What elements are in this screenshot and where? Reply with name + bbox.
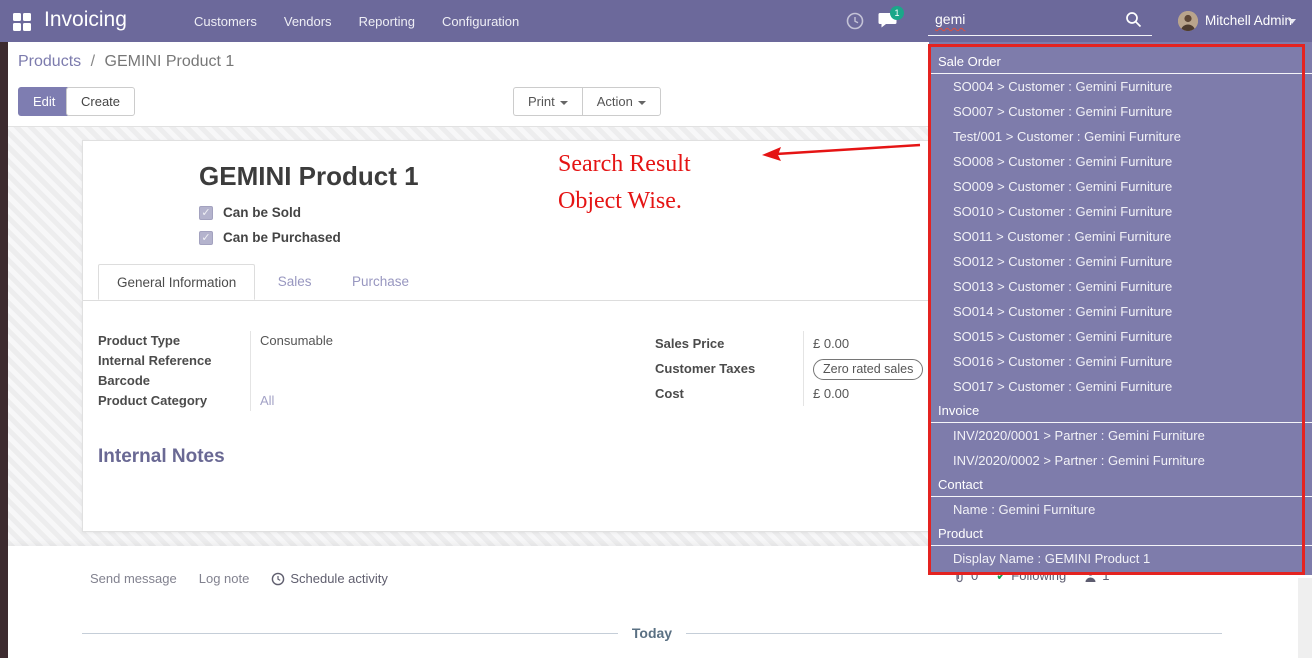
product-category-value[interactable]: All [260,391,430,411]
can-be-purchased-row: ✓ Can be Purchased [199,230,341,245]
cost-label: Cost [655,381,803,406]
search-result-item[interactable]: SO010 > Customer : Gemini Furniture [929,199,1312,224]
search-results-dropdown: Sale Order SO004 > Customer : Gemini Fur… [929,42,1312,575]
annotation-text: Search Result Object Wise. [558,146,691,220]
can-be-purchased-checkbox[interactable]: ✓ [199,231,213,245]
apps-menu-icon[interactable] [13,13,31,31]
search-result-item[interactable]: INV/2020/0002 > Partner : Gemini Furnitu… [929,448,1312,473]
create-button[interactable]: Create [66,87,135,116]
activities-clock-icon[interactable] [845,11,867,33]
action-button[interactable]: Action [582,87,661,116]
tab-sales[interactable]: Sales [260,264,330,298]
internal-reference-value [260,351,430,371]
customer-taxes-tag[interactable]: Zero rated sales [813,359,923,380]
search-result-item[interactable]: SO016 > Customer : Gemini Furniture [929,349,1312,374]
search-result-item[interactable]: SO013 > Customer : Gemini Furniture [929,274,1312,299]
search-result-item[interactable]: SO017 > Customer : Gemini Furniture [929,374,1312,399]
breadcrumb: Products / GEMINI Product 1 [18,53,234,71]
action-caret-icon [638,101,646,105]
send-message-button[interactable]: Send message [90,571,177,586]
search-input[interactable]: gemi [928,6,1152,36]
edit-button[interactable]: Edit [18,87,70,116]
schedule-activity-button[interactable]: Schedule activity [271,571,388,586]
search-query-text: gemi [935,11,965,27]
search-result-item[interactable]: SO008 > Customer : Gemini Furniture [929,149,1312,174]
tab-general-information[interactable]: General Information [98,264,255,300]
search-result-item[interactable]: SO004 > Customer : Gemini Furniture [929,74,1312,99]
internal-notes-heading[interactable]: Internal Notes [98,446,225,468]
user-name[interactable]: Mitchell Admin [1205,13,1292,28]
user-avatar[interactable] [1178,11,1198,31]
search-result-item[interactable]: Name : Gemini Furniture [929,497,1312,522]
tab-purchase[interactable]: Purchase [334,264,427,298]
product-title: GEMINI Product 1 [199,161,419,192]
breadcrumb-products-link[interactable]: Products [18,53,81,70]
user-menu-caret-icon[interactable] [1288,19,1296,24]
today-divider: Today [82,625,1222,641]
barcode-label: Barcode [98,371,250,391]
breadcrumb-separator: / [91,53,95,70]
search-icon[interactable] [1125,11,1142,28]
can-be-sold-checkbox[interactable]: ✓ [199,206,213,220]
search-result-item[interactable]: Test/001 > Customer : Gemini Furniture [929,124,1312,149]
search-group-invoice: Invoice [929,399,1312,423]
breadcrumb-current: GEMINI Product 1 [105,53,235,70]
menu-vendors[interactable]: Vendors [284,14,332,29]
search-result-item[interactable]: SO012 > Customer : Gemini Furniture [929,249,1312,274]
can-be-sold-label: Can be Sold [223,205,301,220]
search-result-item[interactable]: SO015 > Customer : Gemini Furniture [929,324,1312,349]
search-result-item[interactable]: SO011 > Customer : Gemini Furniture [929,224,1312,249]
field-group-left: Product Type Internal Reference Barcode … [98,331,430,411]
print-action-group: Print Action [513,87,661,116]
search-result-item[interactable]: SO014 > Customer : Gemini Furniture [929,299,1312,324]
product-type-label: Product Type [98,331,250,351]
search-group-contact: Contact [929,473,1312,497]
internal-reference-label: Internal Reference [98,351,250,371]
product-type-value: Consumable [260,331,430,351]
menu-reporting[interactable]: Reporting [359,14,415,29]
search-result-item[interactable]: SO009 > Customer : Gemini Furniture [929,174,1312,199]
sales-price-label: Sales Price [655,331,803,356]
search-group-product: Product [929,522,1312,546]
search-group-sale-order: Sale Order [929,50,1312,74]
print-button[interactable]: Print [513,87,582,116]
scrollbar-track[interactable] [1298,578,1312,658]
barcode-value [260,371,430,391]
can-be-purchased-label: Can be Purchased [223,230,341,245]
search-result-item[interactable]: Display Name : GEMINI Product 1 [929,546,1312,571]
customer-taxes-label: Customer Taxes [655,356,803,381]
search-result-item[interactable]: SO007 > Customer : Gemini Furniture [929,99,1312,124]
product-category-label: Product Category [98,391,250,411]
schedule-clock-icon [271,572,285,586]
search-result-item[interactable]: INV/2020/0001 > Partner : Gemini Furnitu… [929,423,1312,448]
messages-badge: 1 [890,6,904,20]
chatter-links: Send message Log note Schedule activity [90,571,388,586]
window-left-edge [0,42,8,658]
messages-icon[interactable]: 1 [878,11,900,33]
app-name[interactable]: Invoicing [44,8,127,32]
annotation-arrow [760,140,926,164]
can-be-sold-row: ✓ Can be Sold [199,205,301,220]
main-menu: Customers Vendors Reporting Configuratio… [194,0,519,42]
print-caret-icon [560,101,568,105]
menu-configuration[interactable]: Configuration [442,14,519,29]
log-note-button[interactable]: Log note [199,571,250,586]
top-navbar: Invoicing Customers Vendors Reporting Co… [0,0,1312,42]
menu-customers[interactable]: Customers [194,14,257,29]
